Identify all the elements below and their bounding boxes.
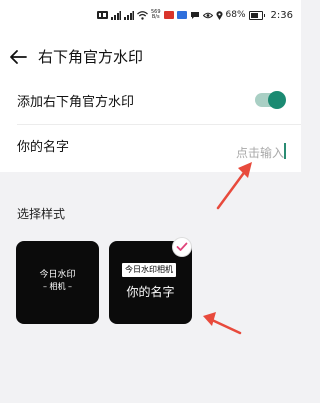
- app-notification-icon-blue: [176, 11, 187, 19]
- back-button[interactable]: [6, 45, 30, 69]
- nav-bar: 右下角官方水印: [0, 30, 301, 86]
- check-icon: [176, 242, 188, 251]
- annotation-arrow-icon-style: [203, 312, 242, 335]
- row-divider: [17, 124, 301, 125]
- signal-icon-2: [123, 10, 134, 20]
- clock: 2:36: [270, 9, 293, 21]
- net-speed: 569 B/s: [151, 10, 161, 20]
- chat-bubble-icon: [190, 11, 200, 20]
- arrow-left-icon: [10, 50, 27, 64]
- annotation-arrow-icon-input: [216, 162, 252, 210]
- battery-percent: 68%: [225, 10, 246, 20]
- status-bar: 569 B/s 68% 2:36: [0, 0, 301, 30]
- toggle-knob: [268, 91, 286, 109]
- style-1-line1: 今日水印: [39, 270, 76, 280]
- app-notification-icon-red: [163, 11, 174, 19]
- style-2-tag: 今日水印相机: [122, 263, 176, 277]
- hd-icon: [96, 11, 108, 19]
- page-title: 右下角官方水印: [38, 48, 144, 66]
- eye-icon: [202, 12, 213, 19]
- signal-icon-1: [110, 10, 121, 20]
- add-watermark-label: 添加右下角官方水印: [17, 95, 135, 110]
- net-speed-unit: B/s: [151, 14, 160, 20]
- selected-check-badge: [173, 238, 191, 256]
- add-watermark-row: 添加右下角官方水印: [0, 86, 301, 126]
- add-watermark-toggle[interactable]: [255, 91, 286, 109]
- status-icons: 569 B/s 68% 2:36: [96, 9, 293, 21]
- wifi-icon: [137, 10, 148, 20]
- style-1-line2: – 相机 –: [42, 282, 73, 291]
- text-cursor: [284, 143, 286, 159]
- style-option-1[interactable]: 今日水印 – 相机 –: [16, 241, 99, 324]
- battery-tip: [263, 13, 265, 17]
- name-label: 你的名字: [17, 140, 70, 155]
- style-section-label: 选择样式: [17, 207, 66, 221]
- style-2-name: 你的名字: [126, 285, 175, 299]
- location-icon: [216, 10, 223, 20]
- battery-icon: [248, 10, 263, 20]
